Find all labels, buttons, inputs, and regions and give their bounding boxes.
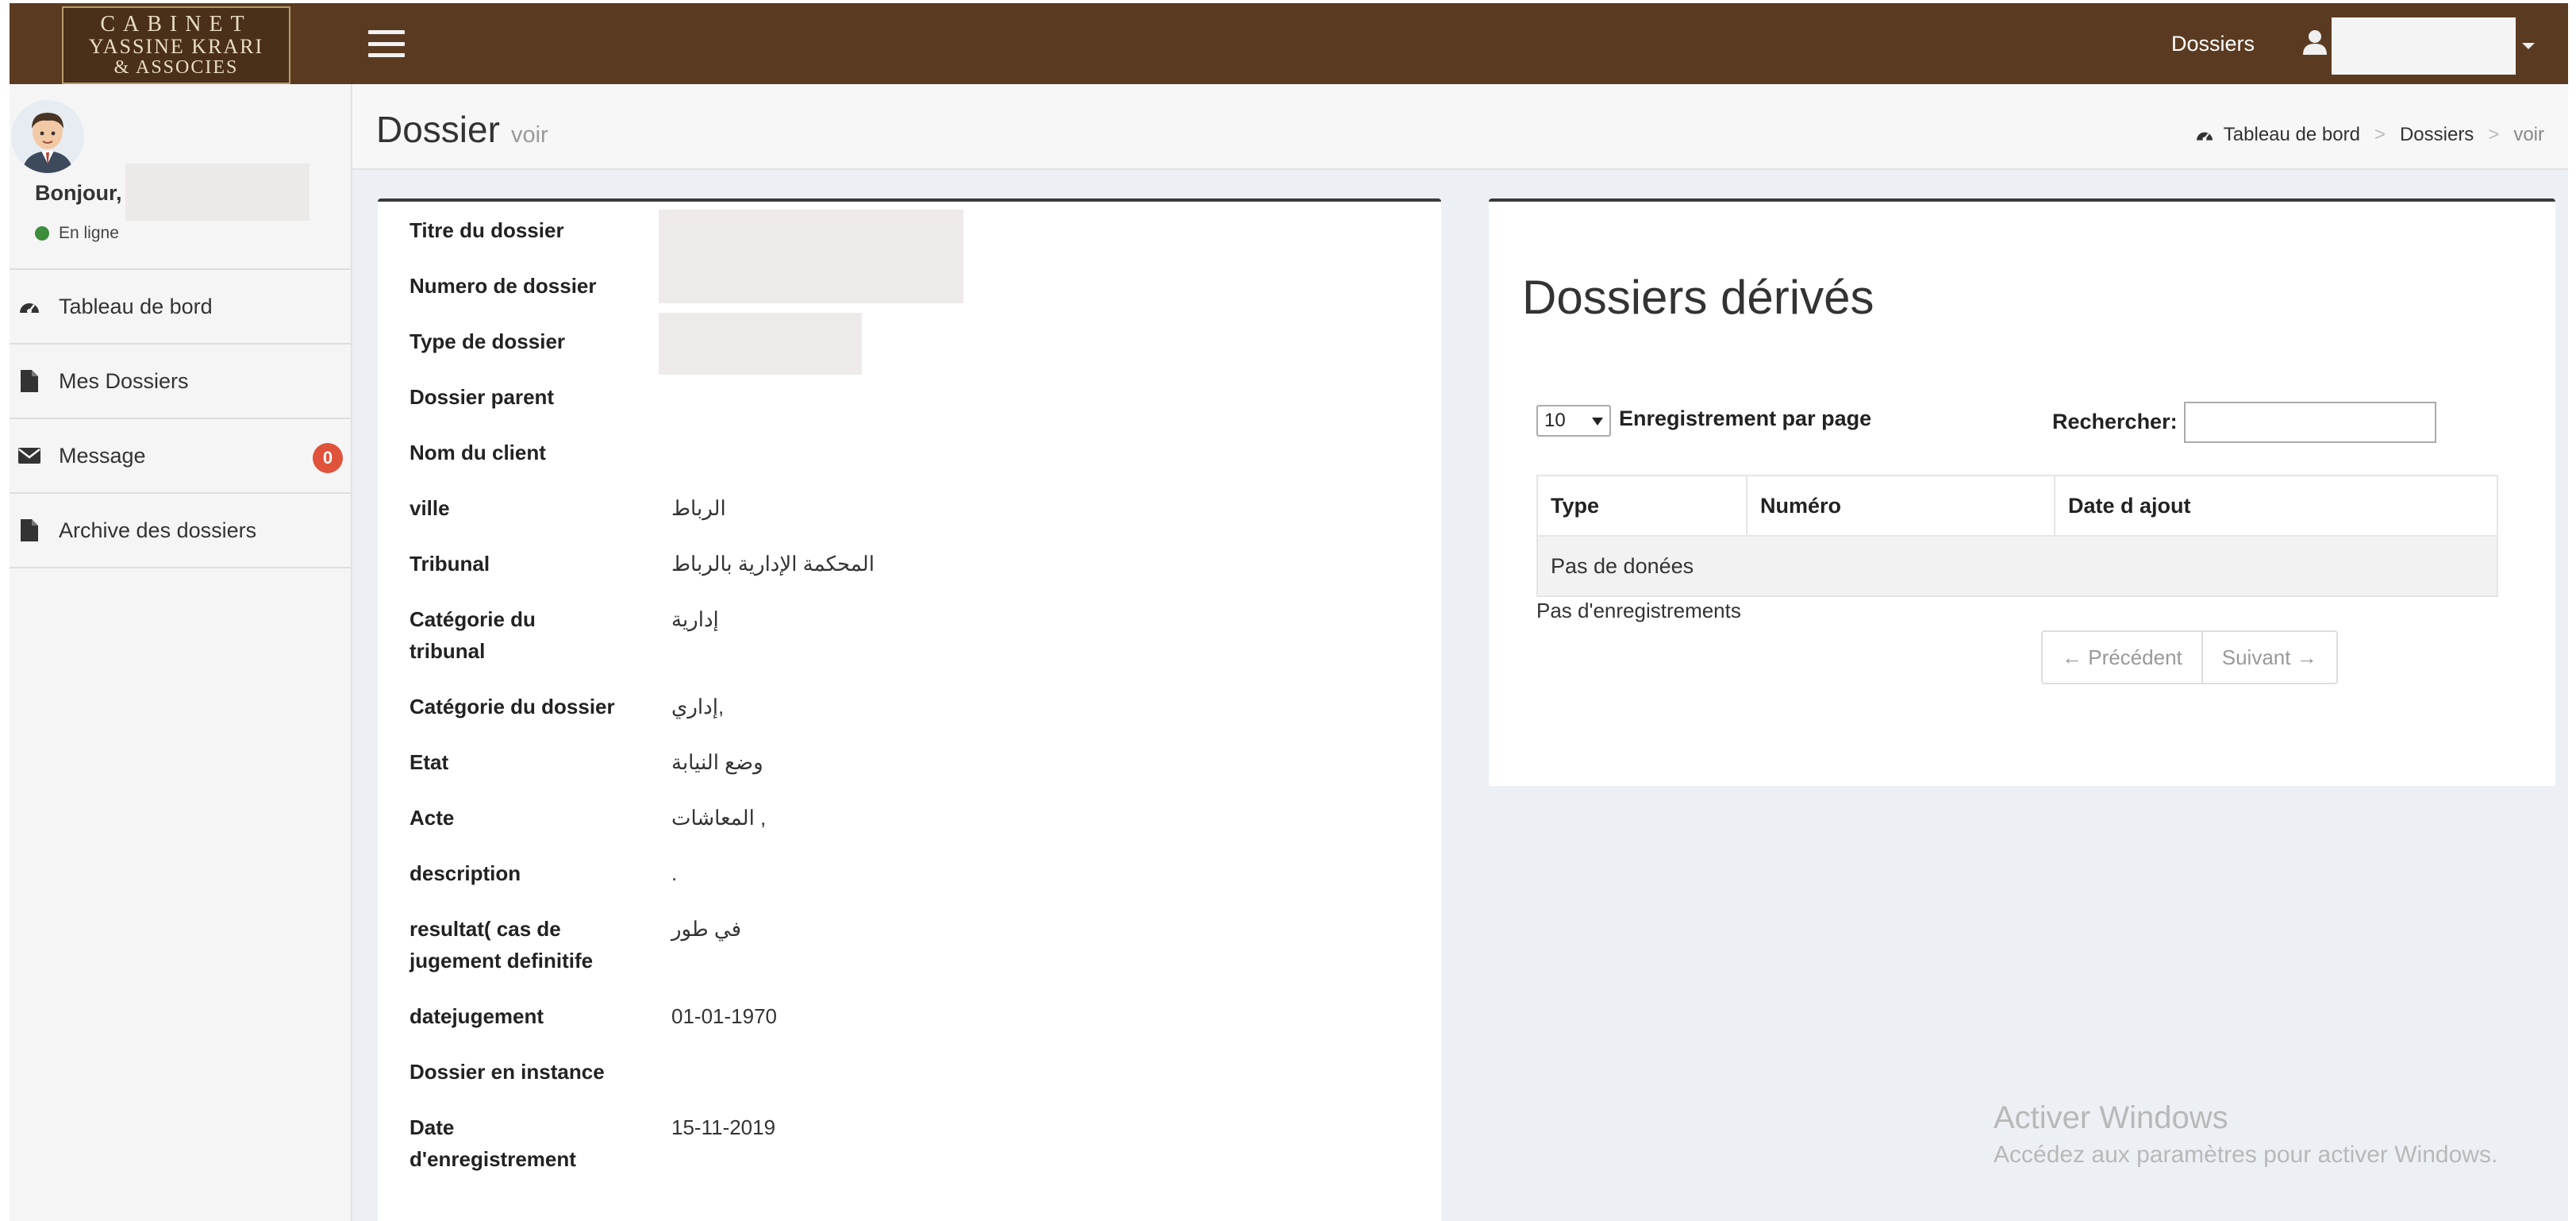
content-header: Dossier voir Tableau de bord > Dossiers >…: [352, 84, 2568, 170]
sidebar-menu: Tableau de bord Mes Dossiers Message 0 A…: [10, 268, 351, 568]
derived-dossiers-card: Dossiers dérivés 10 Enregistrement par p…: [1489, 198, 2555, 786]
breadcrumb-separator: >: [2488, 124, 2500, 145]
status-text: En ligne: [59, 224, 119, 242]
search-input[interactable]: [2184, 402, 2436, 443]
detail-label: Tribunal: [409, 552, 490, 576]
sidebar-item-archive-des-dossiers[interactable]: Archive des dossiers: [10, 494, 351, 568]
user-icon[interactable]: [2301, 29, 2328, 56]
derived-dossiers-title: Dossiers dérivés: [1522, 271, 1874, 324]
detail-label: resultat( cas de jugement definitife: [409, 917, 594, 973]
brand-line-3: & ASSOCIES: [113, 56, 239, 78]
detail-label: Nom du client: [409, 441, 546, 464]
sidebar-item-mes-dossiers[interactable]: Mes Dossiers: [10, 345, 351, 419]
detail-value: الرباط: [671, 496, 726, 520]
nav-dossiers-link[interactable]: Dossiers: [2171, 32, 2255, 56]
detail-label: Catégorie du dossier: [409, 695, 615, 718]
column-header-numero[interactable]: Numéro: [1746, 475, 2055, 537]
windows-activation-title: Activer Windows: [1994, 1100, 2228, 1135]
brand-line-2: YASSINE KRARI: [88, 35, 264, 59]
sidebar-item-label: Archive des dossiers: [59, 518, 257, 542]
dashboard-icon: [2196, 132, 2213, 141]
file-icon: [17, 369, 41, 393]
detail-label: Acte: [409, 806, 455, 830]
sidebar-item-message[interactable]: Message 0: [10, 419, 351, 494]
breadcrumb-separator: >: [2374, 124, 2386, 145]
derived-dossiers-table: Type Numéro Date d ajout Pas de donées: [1536, 475, 2498, 597]
avatar: [11, 100, 84, 173]
hamburger-icon[interactable]: [368, 30, 405, 57]
brand-line-1: CABINET: [100, 12, 252, 37]
app-frame: CABINET YASSINE KRARI & ASSOCIES Dossier…: [10, 3, 2568, 1221]
detail-label: datejugement: [409, 1004, 544, 1028]
brand-logo[interactable]: CABINET YASSINE KRARI & ASSOCIES: [62, 6, 290, 84]
page-length-value: 10: [1544, 410, 1566, 431]
table-header-row: Type Numéro Date d ajout: [1536, 475, 2498, 537]
table-info: Pas d'enregistrements: [1536, 599, 1741, 622]
breadcrumb-voir: voir: [2513, 124, 2544, 145]
user-name-redacted[interactable]: [2332, 17, 2516, 75]
detail-label: Numero de dossier: [409, 274, 597, 298]
online-status: En ligne: [35, 224, 119, 243]
user-name-redacted-sidebar: [125, 164, 310, 221]
detail-value: .: [671, 861, 678, 885]
pagination: ← Précédent Suivant →: [2041, 630, 2338, 684]
detail-label: Titre du dossier: [409, 218, 564, 242]
chevron-down-icon: [1592, 418, 1603, 426]
dashboard-icon: [17, 295, 41, 318]
dossier-details-card: Titre du dossier Numero de dossier Type …: [378, 198, 1441, 1221]
column-header-type[interactable]: Type: [1536, 475, 1747, 537]
table-row: Pas de donées: [1536, 535, 2498, 597]
page-title: Dossier voir: [376, 108, 548, 151]
detail-value: في طور: [671, 917, 742, 941]
redacted-value-title-number: [659, 210, 963, 303]
file-icon: [17, 518, 41, 542]
sidebar-item-label: Mes Dossiers: [59, 368, 189, 393]
detail-label: ville: [409, 496, 450, 520]
sidebar-item-label: Message: [59, 443, 146, 468]
detail-value: إدارية: [671, 607, 719, 631]
detail-label: Dossier en instance: [409, 1060, 605, 1084]
sidebar-item-tableau-de-bord[interactable]: Tableau de bord: [10, 270, 351, 345]
message-count-badge: 0: [313, 443, 343, 473]
empty-table-cell: Pas de donées: [1536, 535, 2498, 597]
detail-label: Type de dossier: [409, 329, 566, 353]
breadcrumb: Tableau de bord > Dossiers > voir: [2195, 124, 2544, 146]
detail-value: المحكمة الإدارية بالرباط: [671, 552, 875, 576]
detail-value: 15-11-2019: [671, 1115, 776, 1139]
breadcrumb-tableau-de-bord[interactable]: Tableau de bord: [2224, 124, 2360, 146]
page-subtitle: voir: [510, 122, 548, 148]
search-label: Rechercher:: [2052, 410, 2178, 433]
breadcrumb-dossiers[interactable]: Dossiers: [2400, 124, 2474, 146]
detail-value: وضع النيابة: [671, 750, 763, 774]
detail-value: إداري,: [671, 695, 725, 718]
status-dot-icon: [35, 226, 49, 241]
previous-page-button[interactable]: ← Précédent: [2043, 632, 2201, 683]
page-length-select[interactable]: 10: [1536, 405, 1611, 437]
detail-value: 01-01-1970: [671, 1004, 777, 1028]
detail-label: description: [409, 861, 521, 885]
windows-activation-text: Accédez aux paramètres pour activer Wind…: [1994, 1142, 2498, 1168]
redacted-value-client: [659, 313, 862, 375]
page-title-text: Dossier: [376, 109, 500, 150]
chevron-down-icon[interactable]: [2522, 43, 2535, 49]
sidebar-item-label: Tableau de bord: [59, 294, 213, 318]
envelope-icon: [17, 444, 41, 468]
top-navbar: CABINET YASSINE KRARI & ASSOCIES Dossier…: [10, 3, 2568, 84]
detail-label: Date d'enregistrement: [409, 1115, 576, 1171]
greeting-text: Bonjour,: [35, 181, 122, 205]
detail-label: Catégorie du tribunal: [409, 607, 536, 663]
column-header-date-ajout[interactable]: Date d ajout: [2054, 475, 2498, 537]
detail-label: Dossier parent: [409, 385, 555, 409]
page-length-label: Enregistrement par page: [1619, 406, 1872, 430]
detail-label: Etat: [409, 750, 449, 774]
next-page-button[interactable]: Suivant →: [2201, 632, 2336, 683]
sidebar: Bonjour, En ligne Tableau de bord Mes Do…: [10, 84, 352, 1221]
detail-value: المعاشات ,: [671, 806, 767, 830]
